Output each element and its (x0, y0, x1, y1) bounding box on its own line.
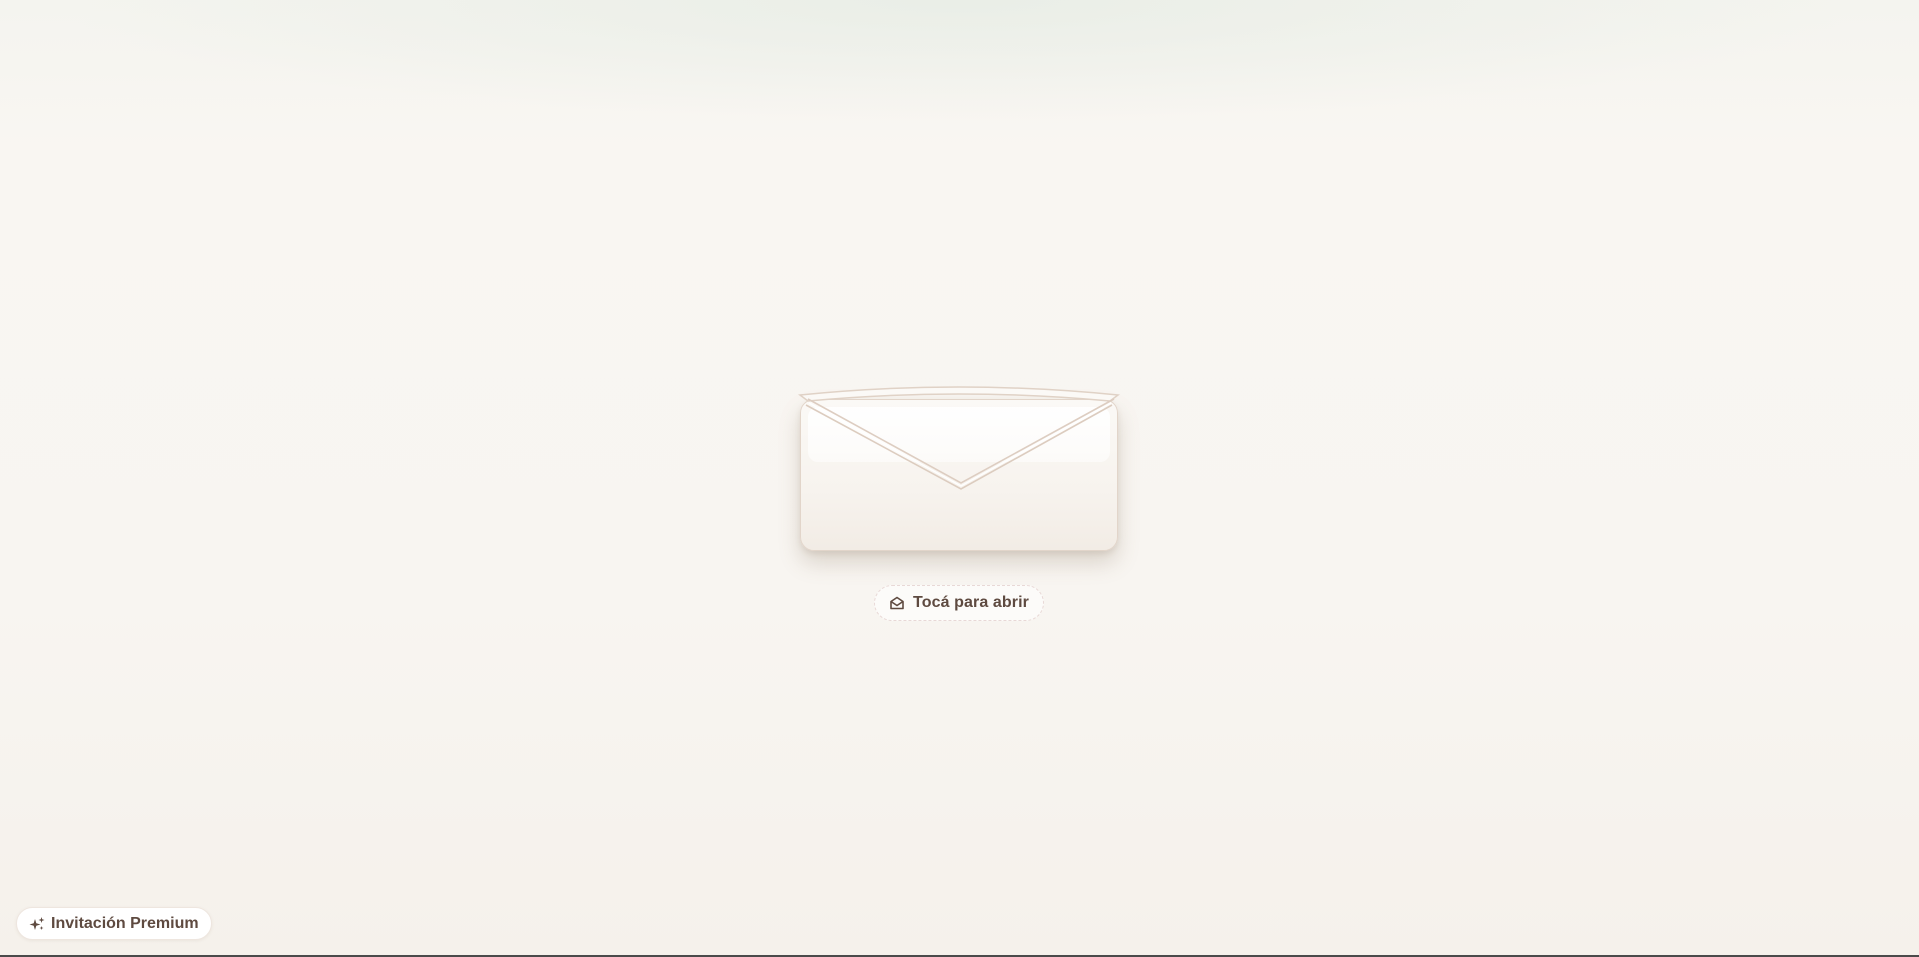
mail-open-icon (889, 595, 905, 611)
sparkles-icon (29, 916, 45, 932)
envelope-icon (798, 386, 1120, 490)
envelope[interactable] (798, 381, 1120, 553)
premium-badge: Invitación Premium (16, 907, 212, 940)
premium-badge-label: Invitación Premium (51, 914, 199, 932)
open-envelope-button[interactable]: Tocá para abrir (874, 585, 1044, 621)
invitation-landing: Tocá para abrir Invitación Premium (0, 0, 1919, 957)
open-envelope-label: Tocá para abrir (913, 594, 1029, 611)
